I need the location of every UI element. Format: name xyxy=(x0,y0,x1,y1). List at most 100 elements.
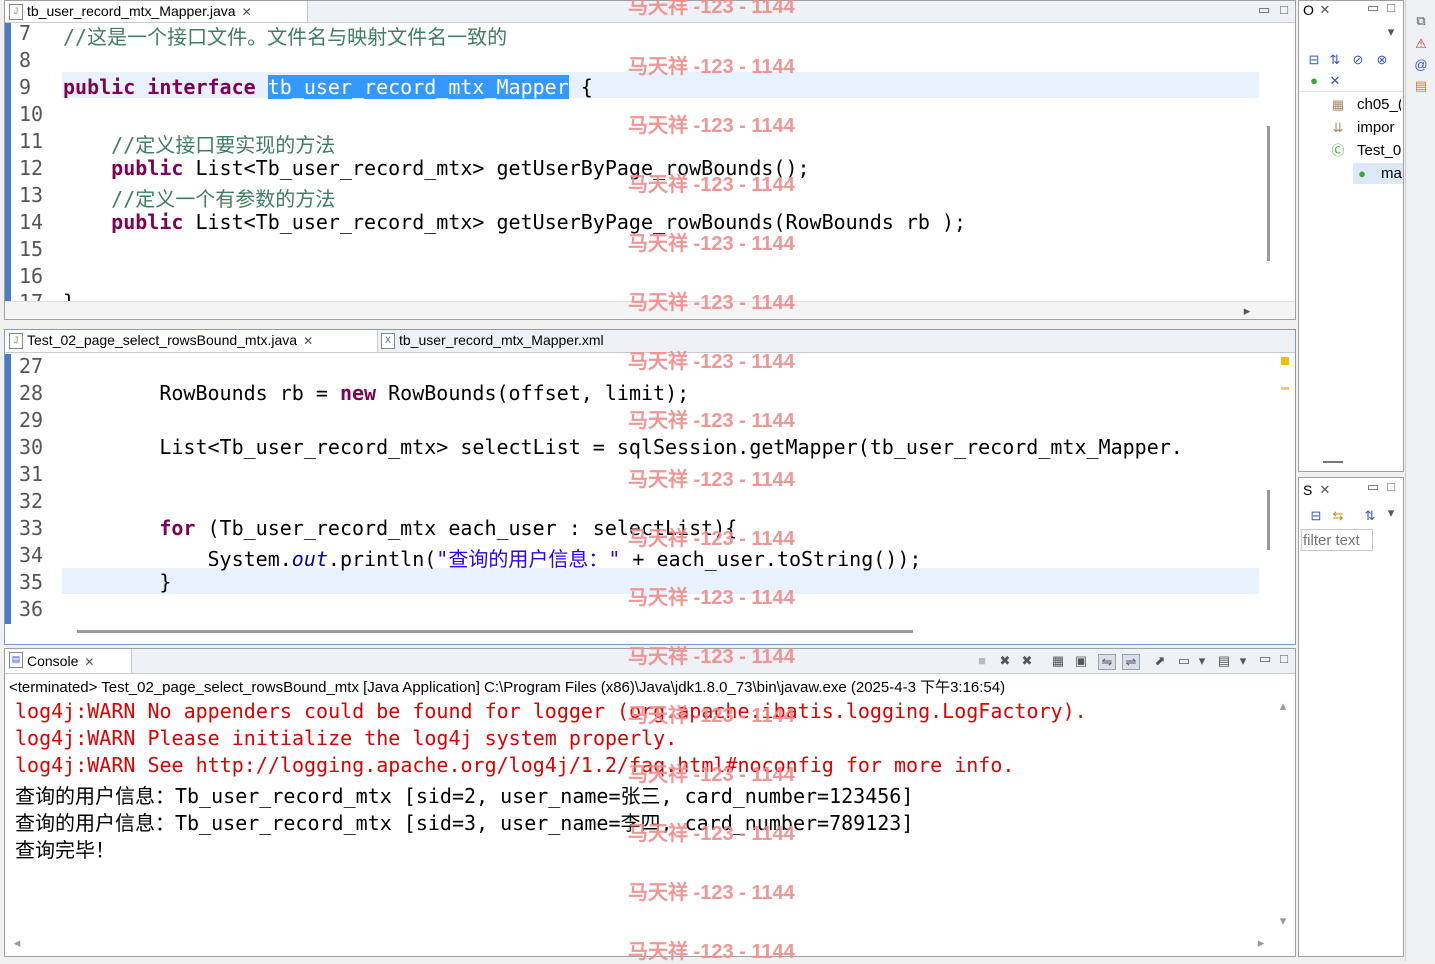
line-number: 9 xyxy=(19,75,32,99)
line-number: 31 xyxy=(19,462,44,486)
clear-console-icon[interactable]: ▦ xyxy=(1051,654,1065,668)
close-icon[interactable]: ✕ xyxy=(303,334,313,348)
sort-icon[interactable]: ⇅ xyxy=(1363,509,1377,523)
close-icon[interactable]: ✕ xyxy=(242,5,252,19)
horizontal-scrollbar[interactable] xyxy=(77,630,913,633)
line-number: 13 xyxy=(19,183,44,207)
at-icon[interactable]: @ xyxy=(1414,58,1428,72)
line-number: 34 xyxy=(19,543,44,567)
console-status: <terminated> Test_02_page_select_rowsBou… xyxy=(9,679,1006,696)
chevron-down-icon[interactable]: ▾ xyxy=(1238,654,1248,668)
sort-icon[interactable]: ⇅ xyxy=(1328,53,1342,67)
hide-nonpublic-icon[interactable]: ● xyxy=(1307,74,1321,88)
chevron-down-icon[interactable]: ▾ xyxy=(1385,506,1397,520)
minimize-icon[interactable]: ▭ xyxy=(1259,652,1271,666)
outline-tab-label[interactable]: O xyxy=(1303,2,1314,18)
watermark: 马天祥 -123 - 1144 xyxy=(628,528,795,550)
selected-text: tb_user_record_mtx_Mapper xyxy=(267,75,569,99)
line-number: 10 xyxy=(19,102,44,126)
string-literal: "查询的用户信息：" xyxy=(436,547,621,571)
class-icon: Ⓒ xyxy=(1331,143,1345,158)
line-number: 30 xyxy=(19,435,44,459)
line-number: 35 xyxy=(19,570,44,594)
maximize-icon[interactable]: □ xyxy=(1385,480,1397,494)
code-line: //这是一个接口文件。文件名与映射文件名一致的 xyxy=(63,25,508,49)
line-number: 36 xyxy=(19,597,44,621)
line-number: 32 xyxy=(19,489,44,513)
scroll-down-icon[interactable]: ▾ xyxy=(1277,914,1289,928)
scroll-up-icon[interactable]: ▴ xyxy=(1277,699,1289,713)
sash-handle[interactable] xyxy=(1323,461,1343,463)
top-editor: J tb_user_record_mtx_Mapper.java ✕ ▭ □ 7 … xyxy=(4,0,1296,320)
scroll-left-icon[interactable]: ◂ xyxy=(11,936,23,950)
tab-label: tb_user_record_mtx_Mapper.xml xyxy=(399,332,604,348)
change-ruler xyxy=(5,23,11,301)
code-text: RowBounds(offset, limit); xyxy=(376,381,690,405)
side-view-tab-label[interactable]: S xyxy=(1303,482,1312,498)
remove-launch-icon[interactable]: ✖ xyxy=(998,654,1012,668)
terminate-icon[interactable]: ■ xyxy=(975,654,989,668)
line-number: 33 xyxy=(19,516,44,540)
hide-static-icon[interactable]: ⊗ xyxy=(1375,53,1389,67)
tab-mapper-java[interactable]: J tb_user_record_mtx_Mapper.java ✕ xyxy=(5,1,308,22)
close-icon[interactable]: ✕ xyxy=(1319,3,1331,17)
warning-marker[interactable] xyxy=(1281,357,1289,365)
line-number: 16 xyxy=(19,264,44,288)
maximize-icon[interactable]: □ xyxy=(1278,3,1290,17)
code-text: System. xyxy=(63,547,292,571)
declaration-icon[interactable]: ▤ xyxy=(1414,79,1428,93)
filter-text-input[interactable] xyxy=(1301,529,1373,551)
line-number: 8 xyxy=(19,48,32,72)
watermark: 马天祥 -123 - 1144 xyxy=(628,115,795,137)
line-number: 29 xyxy=(19,408,44,432)
keyword: public xyxy=(63,210,196,234)
maximize-icon[interactable]: □ xyxy=(1278,652,1290,666)
scroll-right-icon[interactable]: ▸ xyxy=(1241,304,1253,318)
java-file-icon: J xyxy=(9,333,23,349)
keyword: public xyxy=(63,156,196,180)
link-editor-icon[interactable]: ⇆ xyxy=(1331,509,1345,523)
scroll-right-icon[interactable]: ▸ xyxy=(1255,936,1267,950)
watermark: 马天祥 -123 - 1144 xyxy=(628,764,795,786)
minimize-icon[interactable]: ▭ xyxy=(1367,1,1379,15)
hide-fields-icon[interactable]: ⊘ xyxy=(1351,53,1365,67)
minimize-icon[interactable]: ▭ xyxy=(1367,480,1379,494)
side-view: S ✕ ▭ □ ⊟ ⇆ ⇅ ▾ xyxy=(1298,477,1404,957)
scroll-lock-icon[interactable]: ▣ xyxy=(1074,654,1088,668)
console-line: log4j:WARN No appenders could be found f… xyxy=(15,699,1087,723)
chevron-down-icon[interactable]: ▾ xyxy=(1197,654,1207,668)
display-console-icon[interactable]: ▭ xyxy=(1177,654,1191,668)
problems-icon[interactable]: ⚠ xyxy=(1414,37,1428,51)
tab-console[interactable]: ▤ Console ✕ xyxy=(5,649,132,673)
pin-console-icon[interactable]: ⬈ xyxy=(1153,654,1167,668)
collapse-all-icon[interactable]: ⊟ xyxy=(1309,509,1323,523)
new-console-icon[interactable]: ▤ xyxy=(1217,654,1231,668)
chevron-down-icon[interactable]: ▾ xyxy=(1385,25,1397,39)
watermark: 马天祥 -123 - 1144 xyxy=(628,233,795,255)
outline-item[interactable]: ma xyxy=(1381,165,1403,182)
keyword: new xyxy=(339,381,377,405)
watermark: 马天祥 -123 - 1144 xyxy=(628,587,795,609)
outline-item[interactable]: impor xyxy=(1357,119,1401,136)
code-text: .println( xyxy=(327,547,437,571)
watermark: 马天祥 -123 - 1144 xyxy=(628,174,795,196)
tab-test-java[interactable]: J Test_02_page_select_rowsBound_mtx.java… xyxy=(5,330,378,352)
show-on-output-icon[interactable]: ⇌ xyxy=(1122,654,1140,670)
overview-marker[interactable] xyxy=(1281,387,1289,390)
hide-local-types-icon[interactable]: ✕ xyxy=(1328,74,1342,88)
minimize-icon[interactable]: ▭ xyxy=(1258,3,1270,17)
vertical-scrollbar[interactable] xyxy=(1267,126,1270,261)
code-text: RowBounds rb = xyxy=(63,381,340,405)
word-wrap-icon[interactable]: ⇋ xyxy=(1098,654,1116,670)
console-view: ▤ Console ✕ ■ ✖ ✖ ▦ ▣ ⇋ ⇌ ⬈ ▭ ▾ ▤ ▾ ▭ □ <… xyxy=(4,648,1296,957)
collapse-all-icon[interactable]: ⊟ xyxy=(1307,53,1321,67)
close-icon[interactable]: ✕ xyxy=(84,655,94,669)
restore-icon[interactable]: ⧉ xyxy=(1414,14,1428,28)
remove-all-icon[interactable]: ✖ xyxy=(1020,654,1034,668)
vertical-scrollbar[interactable] xyxy=(1267,490,1270,550)
outline-item[interactable]: Test_0 xyxy=(1357,142,1401,159)
maximize-icon[interactable]: □ xyxy=(1385,1,1397,15)
line-number: 15 xyxy=(19,237,44,261)
close-icon[interactable]: ✕ xyxy=(1319,483,1331,497)
outline-item[interactable]: ch05_( xyxy=(1357,96,1401,113)
